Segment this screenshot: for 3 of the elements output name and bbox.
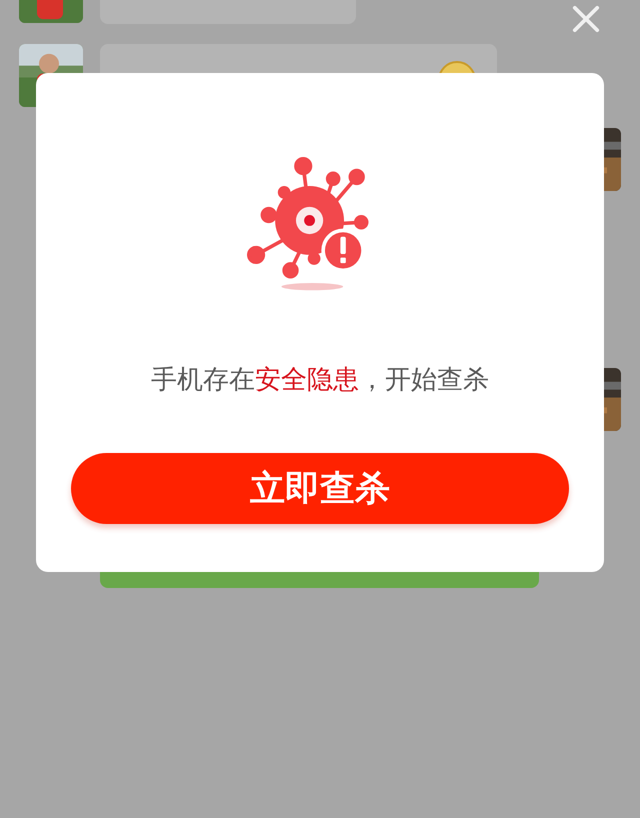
warning-message: 手机存在安全隐患，开始查杀 (151, 364, 489, 397)
close-icon[interactable] (572, 5, 600, 33)
scan-button[interactable]: 立即查杀 (71, 453, 569, 524)
